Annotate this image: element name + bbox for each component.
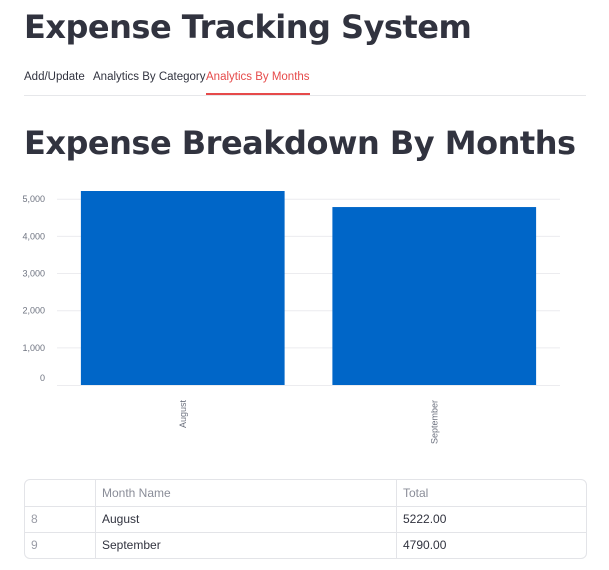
y-tick-label: 3,000	[22, 269, 45, 279]
month-name-cell[interactable]: August	[96, 506, 397, 532]
y-tick-label: 4,000	[22, 231, 45, 241]
table-row[interactable]: 8 August 5222.00	[25, 506, 586, 533]
months-table: Month Name Total 8 August 5222.00 9 Sept…	[24, 479, 587, 559]
tab-bar: Add/Update Analytics By Category Analyti…	[24, 64, 586, 96]
monthly-expense-bar-chart: 0 1,000 2,000 3,000 4,000 5,000 August Septembe…	[22, 191, 560, 444]
x-tick-label: August	[178, 400, 188, 429]
bar-september	[332, 207, 537, 385]
index-column-header	[25, 480, 96, 506]
table-header-row: Month Name Total	[25, 480, 586, 507]
tab-analytics-by-category[interactable]: Analytics By Category	[93, 64, 206, 95]
total-cell[interactable]: 4790.00	[397, 532, 586, 558]
y-tick-label: 5,000	[22, 194, 45, 204]
app-title: Expense Tracking System	[24, 8, 472, 46]
total-column-header[interactable]: Total	[397, 480, 586, 506]
y-tick-label: 1,000	[22, 343, 45, 353]
table-row[interactable]: 9 September 4790.00	[25, 532, 586, 558]
y-tick-label: 2,000	[22, 306, 45, 316]
section-title: Expense Breakdown By Months	[24, 124, 576, 162]
row-index: 8	[25, 506, 96, 532]
row-index: 9	[25, 532, 96, 558]
tab-add-update[interactable]: Add/Update	[24, 64, 85, 95]
x-tick-label: September	[429, 400, 439, 444]
tab-analytics-by-months[interactable]: Analytics By Months	[206, 64, 310, 95]
month-name-cell[interactable]: September	[96, 532, 397, 558]
month-name-column-header[interactable]: Month Name	[96, 480, 397, 506]
y-tick-label: 0	[40, 373, 45, 383]
bar-august	[80, 191, 285, 385]
total-cell[interactable]: 5222.00	[397, 506, 586, 532]
